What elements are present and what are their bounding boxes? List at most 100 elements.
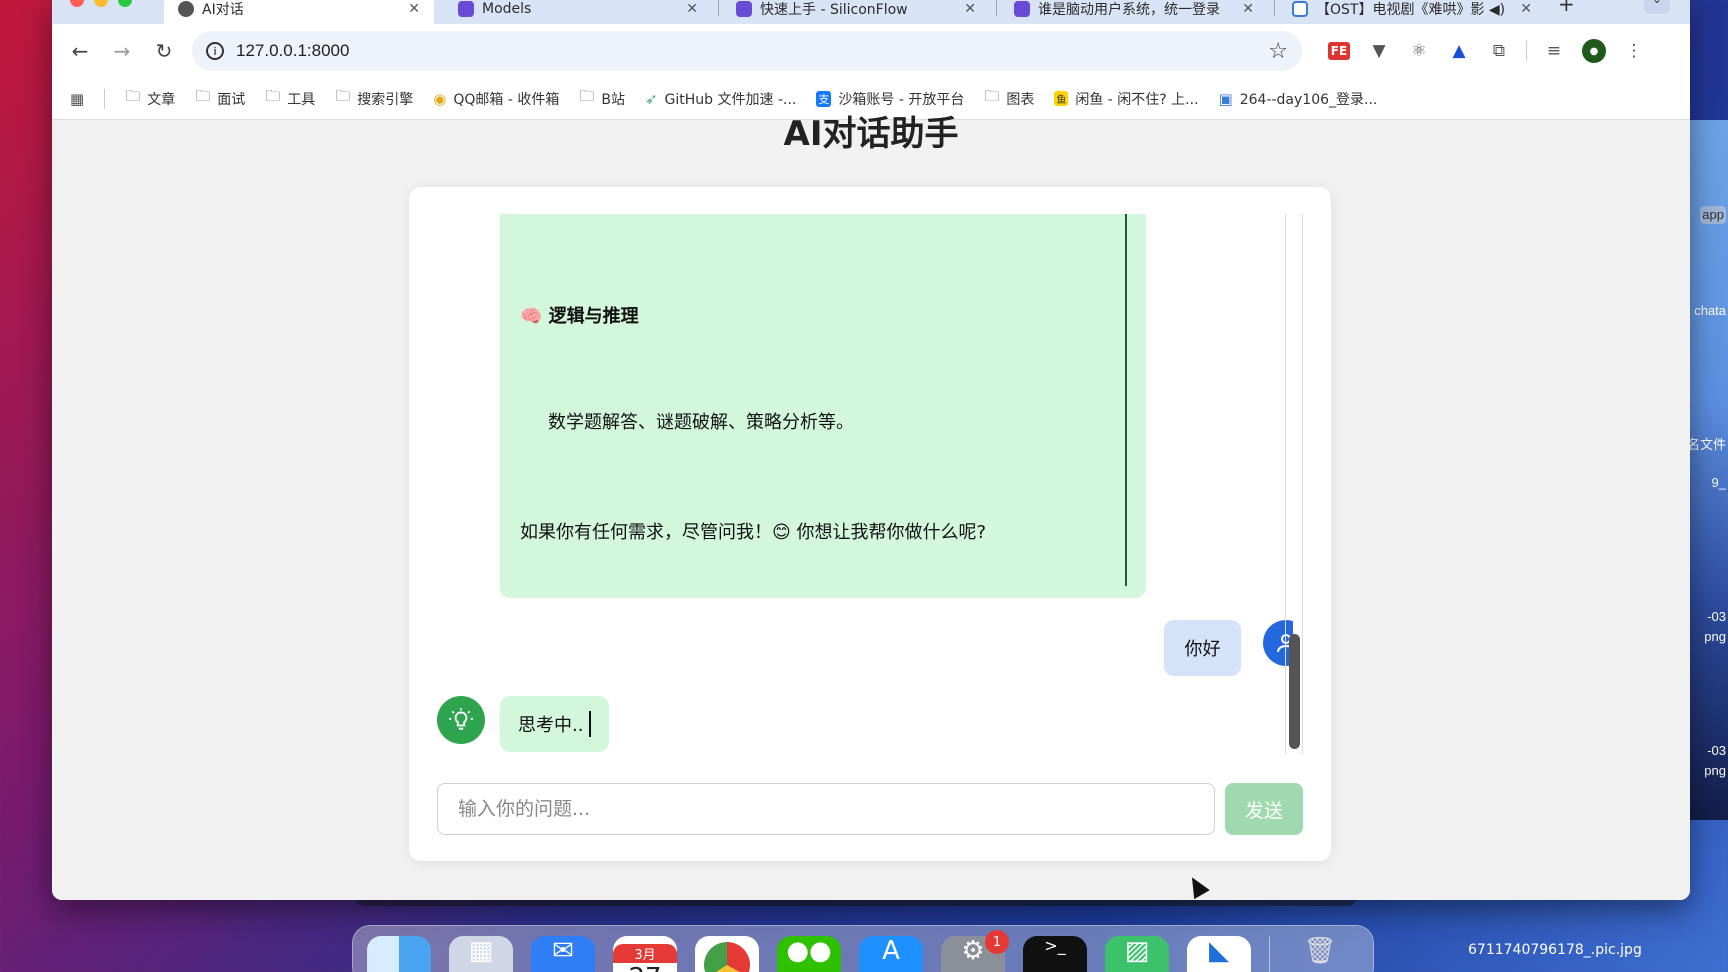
close-icon[interactable]: ✕ [408, 1, 420, 17]
qq-mail-icon: ◉ [433, 89, 447, 108]
ext-icon [736, 1, 752, 17]
tab-label: 谁是脑动用户系统，统一登录 [1038, 2, 1220, 18]
github-accel-icon: ➶ [644, 89, 658, 108]
chat-scrollbar[interactable] [1285, 214, 1303, 754]
desktop-label[interactable]: 名文件 [1687, 436, 1726, 454]
tab-models[interactable]: Models ✕ [444, 0, 712, 24]
ai-message-paragraph: 数学题解答、谜题破解、策略分析等。 [548, 412, 854, 433]
ai-message-bubble: 🧠 逻辑与推理 数学题解答、谜题破解、策略分析等。 如果你有任何需求，尽管问我！… [500, 214, 1146, 598]
lightbulb-icon [449, 708, 473, 730]
new-tab-icon[interactable]: + [1558, 0, 1575, 16]
calendar-month: 3月 [613, 943, 677, 963]
desktop-label[interactable]: png [1704, 628, 1726, 646]
notification-badge: 1 [985, 930, 1009, 954]
desktop-label[interactable]: chata [1694, 302, 1726, 320]
question-input[interactable] [437, 783, 1215, 835]
desktop-label[interactable]: 9_ [1712, 474, 1726, 492]
xianyu-icon: 鱼 [1054, 91, 1069, 106]
url-text[interactable]: 127.0.0.1:8000 [236, 41, 1256, 61]
desktop-file-label[interactable]: 6711740796178_.pic.jpg [1468, 940, 1642, 960]
profile-button[interactable]: ● [1577, 34, 1611, 68]
close-icon[interactable]: ✕ [686, 1, 698, 17]
system-settings-icon[interactable]: ⚙ 1 [941, 930, 1009, 972]
calendar-icon: ▣ [1218, 89, 1233, 108]
launchpad-icon[interactable]: ▦ [449, 936, 513, 972]
calendar-app-icon[interactable]: 3月 27 [613, 936, 677, 972]
alipay-icon: 支 [816, 90, 832, 107]
page-title: AI对话助手 [783, 114, 959, 154]
globe-icon [178, 1, 194, 17]
tab-strip: AI对话 ✕ Models ✕ 快速上手 - SiliconFlow ✕ 谁是脑… [52, 0, 1690, 24]
apps-grid-icon[interactable]: ▦ [70, 90, 84, 108]
minimize-window-button[interactable] [94, 0, 108, 7]
finder-icon[interactable] [367, 936, 431, 972]
browser-window: AI对话 ✕ Models ✕ 快速上手 - SiliconFlow ✕ 谁是脑… [52, 0, 1690, 900]
address-bar[interactable]: i 127.0.0.1:8000 ☆ [192, 31, 1302, 71]
profile-avatar: ● [1582, 39, 1606, 63]
thinking-text: 思考中.. [518, 715, 584, 736]
send-button[interactable]: 发送 [1225, 783, 1303, 835]
forward-icon[interactable]: → [104, 33, 140, 69]
tab-separator [996, 0, 997, 16]
tab-separator [1274, 0, 1275, 16]
tab-siliconflow[interactable]: 快速上手 - SiliconFlow ✕ [722, 0, 990, 24]
calendar-icon [1292, 1, 1308, 17]
back-icon[interactable]: ← [62, 33, 98, 69]
chrome-icon[interactable] [695, 936, 759, 972]
trash-icon[interactable]: 🗑 [1288, 936, 1352, 972]
calendar-day: 27 [628, 963, 661, 972]
reload-icon[interactable]: ↻ [146, 33, 182, 69]
app-store-icon[interactable]: A [859, 936, 923, 972]
window-controls [70, 0, 132, 7]
input-row: 发送 [437, 783, 1303, 835]
mouse-cursor-icon [1184, 872, 1210, 900]
close-icon[interactable]: ✕ [1520, 1, 1532, 17]
menu-kebab-icon[interactable]: ⋮ [1617, 34, 1651, 68]
tab-ai-chat[interactable]: AI对话 ✕ [164, 0, 434, 24]
terminal-icon[interactable]: >_ [1023, 936, 1087, 972]
toolbar-divider [1526, 41, 1527, 61]
tab-label: AI对话 [202, 2, 244, 18]
fe-extension-icon[interactable]: FE [1322, 34, 1356, 68]
close-icon[interactable]: ✕ [1242, 1, 1254, 17]
scrollbar-thumb[interactable] [1289, 634, 1300, 749]
desktop-label[interactable]: -03 [1707, 608, 1726, 626]
typing-caret [589, 711, 592, 737]
code-block-border [1125, 214, 1127, 586]
vue-devtools-icon[interactable]: ▼ [1362, 34, 1396, 68]
tab-separator [718, 0, 719, 16]
tab-search-icon[interactable]: ⌄ [1644, 0, 1670, 14]
vscode-icon[interactable]: ◣ [1187, 936, 1251, 972]
ai-avatar [437, 696, 485, 744]
close-icon[interactable]: ✕ [964, 1, 976, 17]
mail-icon[interactable]: ✉ [531, 936, 595, 972]
desktop-label[interactable]: app [1700, 206, 1726, 224]
close-window-button[interactable] [70, 0, 84, 7]
tab-label: 【OST】电视剧《难哄》影 ◀) [1316, 2, 1506, 18]
tab-label: 快速上手 - SiliconFlow [760, 2, 908, 18]
react-devtools-icon[interactable]: ⚛ [1402, 34, 1436, 68]
ext-icon [1014, 1, 1030, 17]
ext-icon [458, 1, 474, 17]
zoom-window-button[interactable] [118, 0, 132, 7]
tab-ost[interactable]: 【OST】电视剧《难哄》影 ◀) ✕ [1278, 0, 1546, 24]
chat-card: 🧠 逻辑与推理 数学题解答、谜题破解、策略分析等。 如果你有任何需求，尽管问我！… [409, 187, 1331, 861]
wechat-icon[interactable]: ●● [777, 936, 841, 972]
ai-message-closing: 如果你有任何需求，尽管问我！😊 你想让我帮你做什么呢? [520, 522, 987, 543]
macos-dock: ▦ ✉ 3月 27 ●● A ⚙1 >_ ▨ ◣ 🗑 [352, 925, 1374, 972]
site-info-icon[interactable]: i [206, 42, 224, 60]
desktop-label[interactable]: -03 [1707, 742, 1726, 760]
browser-toolbar: ← → ↻ i 127.0.0.1:8000 ☆ FE ▼ ⚛ ▲ ⧉ ≡ ● … [52, 24, 1690, 78]
media-controls-icon[interactable]: ≡ [1537, 34, 1571, 68]
thinking-bubble: 思考中.. [500, 696, 610, 752]
tab-login[interactable]: 谁是脑动用户系统，统一登录 ✕ [1000, 0, 1268, 24]
drive-extension-icon[interactable]: ▲ [1442, 34, 1476, 68]
user-message-bubble: 你好 [1164, 620, 1241, 676]
extensions-puzzle-icon[interactable]: ⧉ [1482, 34, 1516, 68]
desktop-label[interactable]: png [1704, 762, 1726, 780]
code-editor-icon[interactable]: ▨ [1105, 936, 1169, 972]
desktop-wallpaper-strip [1688, 120, 1728, 820]
message-list[interactable]: 🧠 逻辑与推理 数学题解答、谜题破解、策略分析等。 如果你有任何需求，尽管问我！… [437, 214, 1293, 754]
dock-divider [1269, 936, 1270, 972]
bookmark-star-icon[interactable]: ☆ [1268, 39, 1288, 64]
